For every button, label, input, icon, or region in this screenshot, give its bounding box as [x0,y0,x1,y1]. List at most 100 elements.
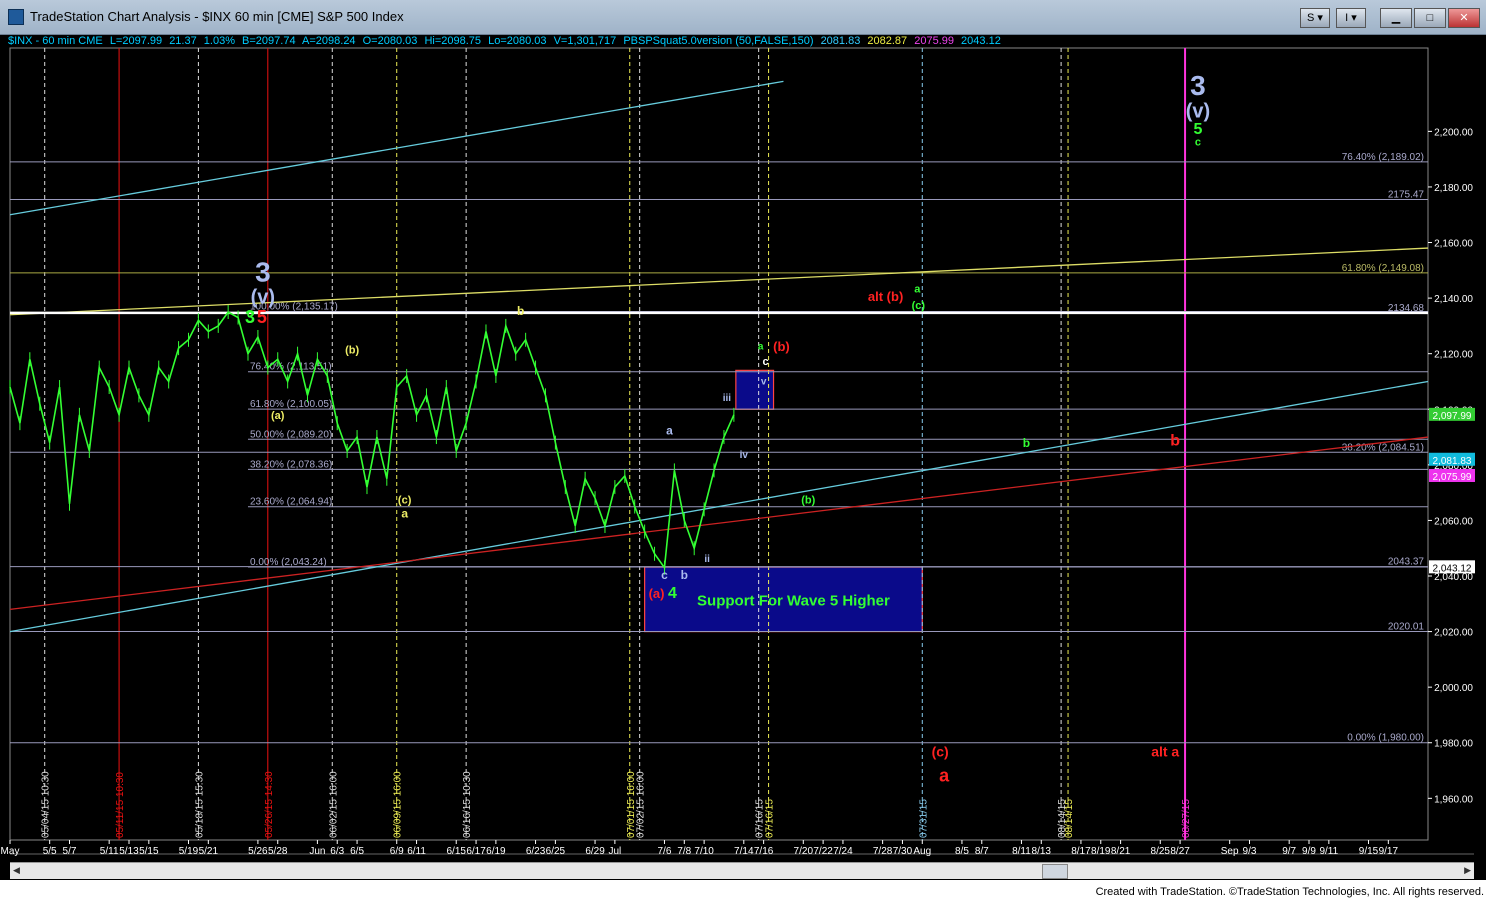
wave-annotation: (v) [1186,100,1210,122]
wave-annotation: a [401,507,408,521]
wave-annotation: b [1023,436,1030,450]
x-tick-label: 6/5 [350,846,364,857]
y-tick-label: 1,980.00 [1434,739,1473,750]
wave-annotation: alt (b) [868,289,903,304]
wave-annotation: v [761,376,767,387]
y-tick-label: 1,960.00 [1434,794,1473,805]
info-bid: B=2097.74 [242,35,296,47]
x-tick-label: 9/17 [1379,846,1399,857]
x-tick-label: 8/11 [1012,846,1031,857]
info-pct: 1.03% [203,35,235,47]
x-tick-label: 9/7 [1282,846,1296,857]
x-tick-label: 8/17 [1071,846,1091,857]
price-tag-label: 2,043.12 [1433,563,1472,574]
target-box [735,369,775,410]
close-button[interactable]: ✕ [1448,8,1480,28]
wave-annotation: a [758,342,764,353]
wave-annotation: iii [723,393,732,404]
wave-annotation: a [666,423,673,437]
x-tick-label: 5/15 [139,846,159,857]
x-tick-label: 7/8 [677,846,691,857]
wave-annotation: c [247,309,253,321]
wave-annotation: 3 [255,256,271,287]
support-box-label: Support For Wave 5 Higher [697,592,890,609]
y-tick-label: 2,160.00 [1434,239,1473,250]
info-ask: A=2098.24 [302,35,356,47]
wave-annotation: c [661,568,668,582]
wave-annotation: iv [740,450,749,461]
info-val-4: 2043.12 [961,35,1001,47]
x-tick-label: 6/11 [407,846,426,857]
vertical-line-label: 05/18/15 15:30 [194,771,205,838]
interval-link-button[interactable]: I ▾ [1336,8,1366,28]
level-label: 38.20% (2,078.36) [250,459,332,470]
x-tick-label: 9/11 [1319,846,1338,857]
vertical-line-label: 07/16/15 [765,799,776,838]
x-tick-label: 7/10 [694,846,714,857]
level-label: 2175.47 [1388,190,1425,201]
level-label: 23.60% (2,064.94) [250,497,332,508]
wave-annotation: 5 [257,307,267,327]
maximize-button[interactable]: □ [1414,8,1446,28]
x-tick-label: 8/25 [1151,846,1171,857]
info-last: L=2097.99 [109,35,163,47]
x-tick-label: 8/7 [975,846,989,857]
x-tick-label: 6/25 [546,846,566,857]
x-tick-label: 8/21 [1111,846,1131,857]
wave-annotation: a [914,284,921,296]
y-tick-label: 2,200.00 [1434,127,1473,138]
wave-annotation: (a) [649,586,665,601]
info-low: Lo=2080.03 [488,35,547,47]
scroll-right-icon[interactable]: ▶ [1464,865,1471,876]
x-tick-label: 5/5 [43,846,57,857]
info-indicator: PBSPSquat5.0version (50,FALSE,150) [623,35,814,47]
y-tick-label: 2,020.00 [1434,628,1473,639]
level-label: 0.00% (1,980.00) [1347,733,1424,744]
vertical-line-label: 05/11/15 10:30 [115,772,126,838]
plot-frame [9,47,1429,841]
wave-annotation: 3 [1190,70,1206,101]
x-tick-label: 8/27 [1170,846,1190,857]
x-tick-label: 7/16 [754,846,774,857]
x-tick-label: 7/14 [734,846,754,857]
x-tick-label: 8/5 [955,846,969,857]
price-tag-label: 2,075.99 [1433,472,1472,483]
info-volume: V=1,301,717 [553,35,617,47]
vertical-line-label: 06/02/15 16:00 [328,771,339,838]
minimize-button[interactable]: ▁ [1380,8,1412,28]
y-tick-label: 2,180.00 [1434,183,1473,194]
level-label: 2020.01 [1388,622,1425,633]
x-tick-label: Aug [913,846,931,857]
x-tick-label: 5/19 [179,846,199,857]
info-val-2: 2082.87 [867,35,908,47]
app-icon [8,9,24,25]
price-chart[interactable]: Support For Wave 5 Higher 1,960.00 1,980.0… [0,34,1486,880]
interval-link-label: I [1345,12,1349,24]
x-tick-label: 9/9 [1302,846,1316,857]
info-symbol: $INX - 60 min CME [8,35,103,47]
price-tag-label: 2,081.83 [1433,456,1472,467]
footer: Created with TradeStation. ©TradeStation… [0,880,1486,900]
x-tick-label: 7/30 [893,846,913,857]
level-label: 61.80% (2,100.05) [250,399,332,410]
x-tick-label: 7/28 [873,846,893,857]
price-tag-label: 2,097.99 [1433,411,1472,422]
x-tick-label: 5/11 [100,846,119,857]
x-tick-label: 7/24 [833,846,853,857]
wave-annotation: (b) [773,339,790,354]
info-high: Hi=2098.75 [424,35,482,47]
x-tick-label: 6/9 [390,846,404,857]
wave-annotation: (c) [912,300,926,312]
horizontal-scrollbar[interactable]: ◀ ▶ [10,862,1474,879]
wave-annotation: c [1195,136,1201,148]
wave-annotation: (b) [801,495,815,507]
credit-text: Created with TradeStation. ©TradeStation… [1095,886,1484,898]
x-tick-label: 9/15 [1359,846,1379,857]
scroll-left-icon[interactable]: ◀ [13,865,20,876]
y-tick-label: 2,000.00 [1434,683,1473,694]
title-bar: TradeStation Chart Analysis - $INX 60 mi… [0,0,1486,35]
wave-annotation: (a) [271,410,285,422]
wave-annotation: ii [704,554,710,565]
scroll-thumb[interactable] [1042,864,1068,879]
symbol-link-button[interactable]: S ▾ [1300,8,1330,28]
